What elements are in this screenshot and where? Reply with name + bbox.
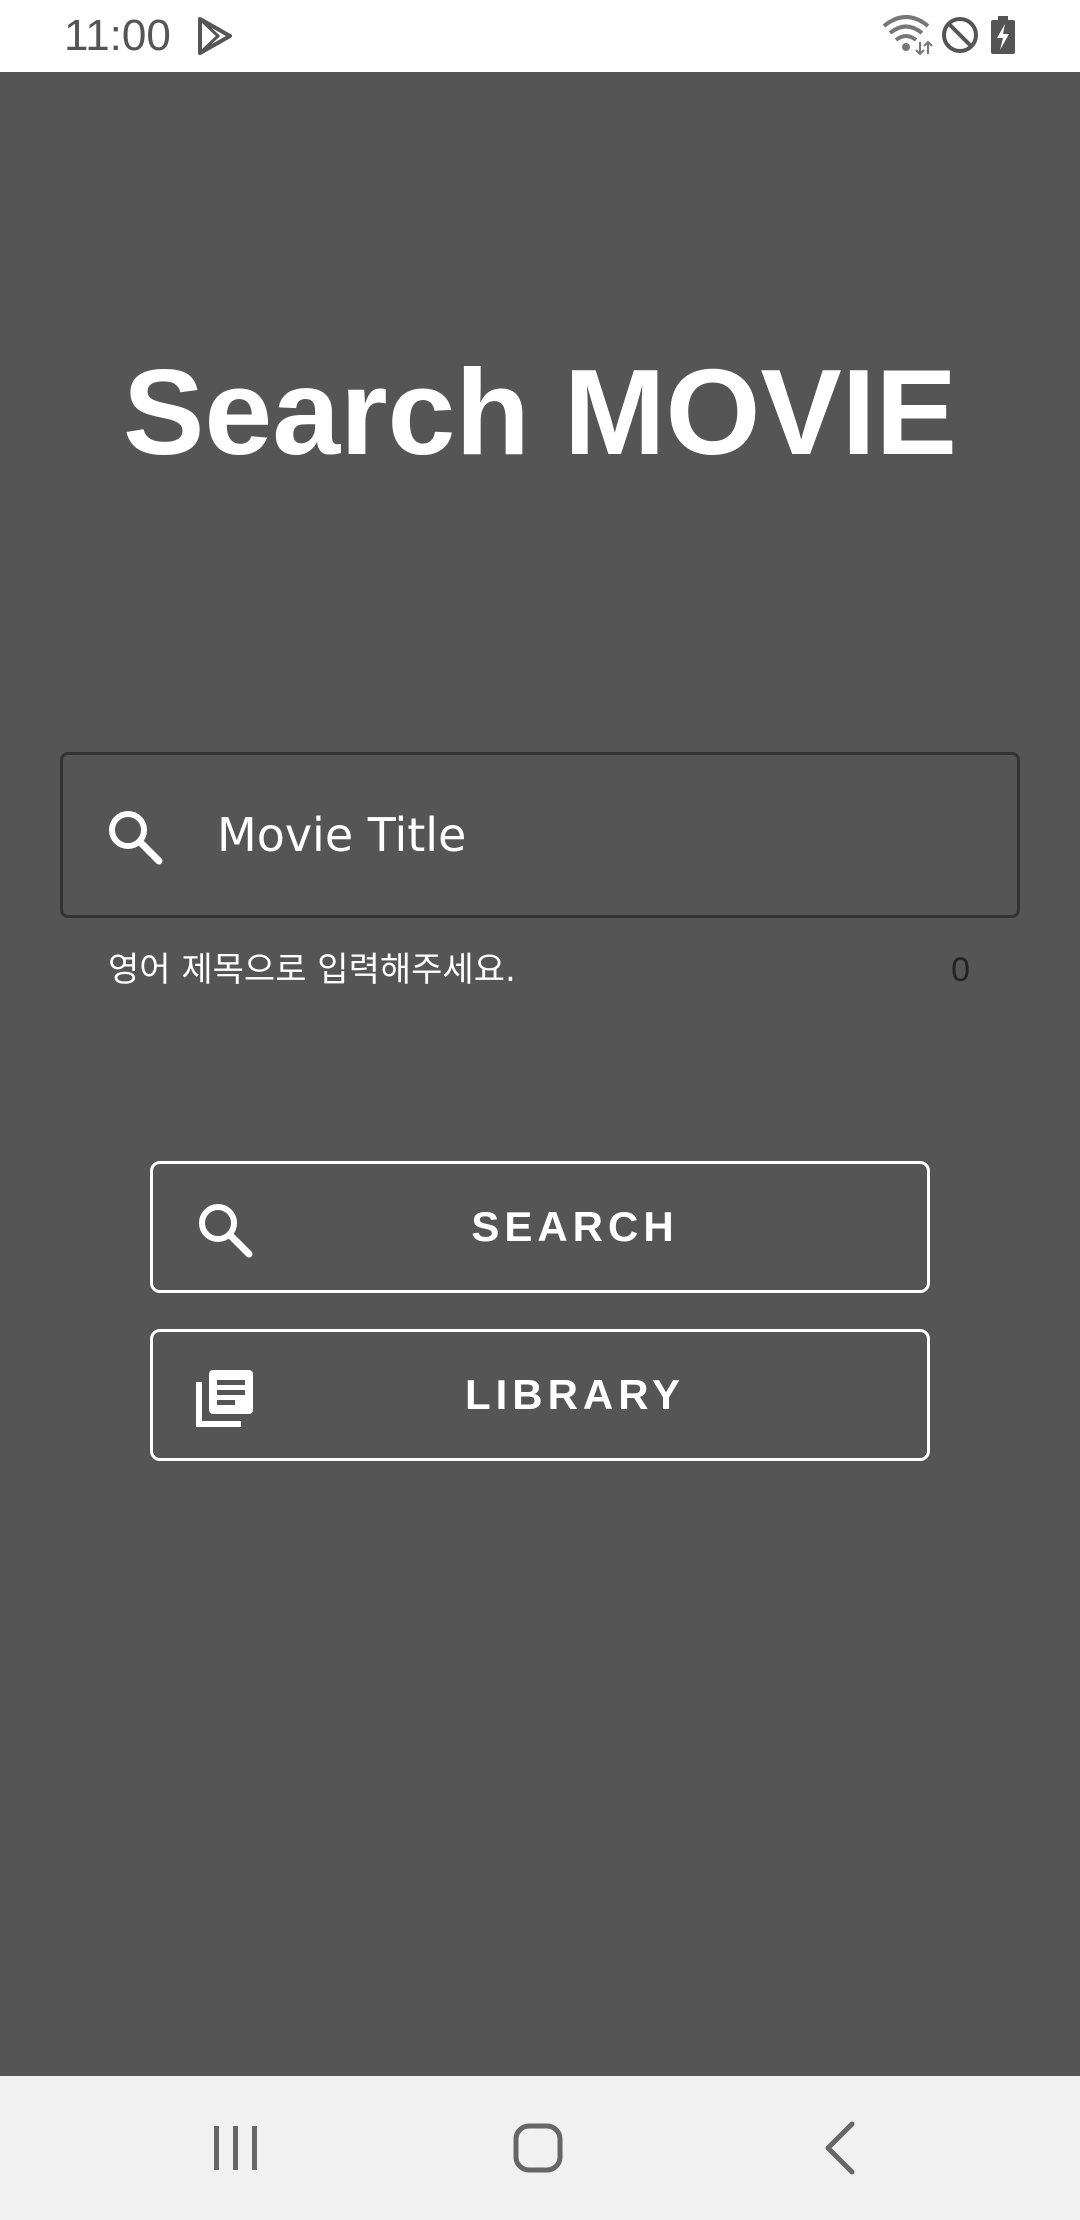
- back-icon[interactable]: [806, 2116, 878, 2180]
- wifi-icon: [882, 15, 933, 56]
- main-screen: Search MOVIE 영어 제목으로 입력해주세요. 0 SEARCH LI…: [0, 72, 1080, 2076]
- recent-apps-icon[interactable]: [200, 2116, 272, 2180]
- library-button[interactable]: LIBRARY: [150, 1329, 930, 1461]
- movie-title-search-field[interactable]: [60, 752, 1020, 918]
- status-bar: 11:00: [0, 0, 1080, 72]
- library-button-label: LIBRARY: [464, 1371, 686, 1418]
- home-icon[interactable]: [502, 2116, 574, 2180]
- character-counter: 0: [951, 951, 970, 989]
- search-button[interactable]: SEARCH: [150, 1161, 930, 1293]
- status-time: 11:00: [64, 11, 171, 60]
- page-title: Search MOVIE: [123, 344, 957, 480]
- battery-charging-icon: [991, 16, 1015, 54]
- do-not-disturb-icon: [942, 17, 978, 53]
- movie-title-input[interactable]: [217, 785, 977, 885]
- helper-text: 영어 제목으로 입력해주세요.: [108, 950, 516, 990]
- search-icon: [109, 811, 163, 865]
- search-button-label: SEARCH: [471, 1203, 679, 1250]
- navigation-bar: [0, 2076, 1080, 2220]
- play-store-icon: [198, 17, 232, 55]
